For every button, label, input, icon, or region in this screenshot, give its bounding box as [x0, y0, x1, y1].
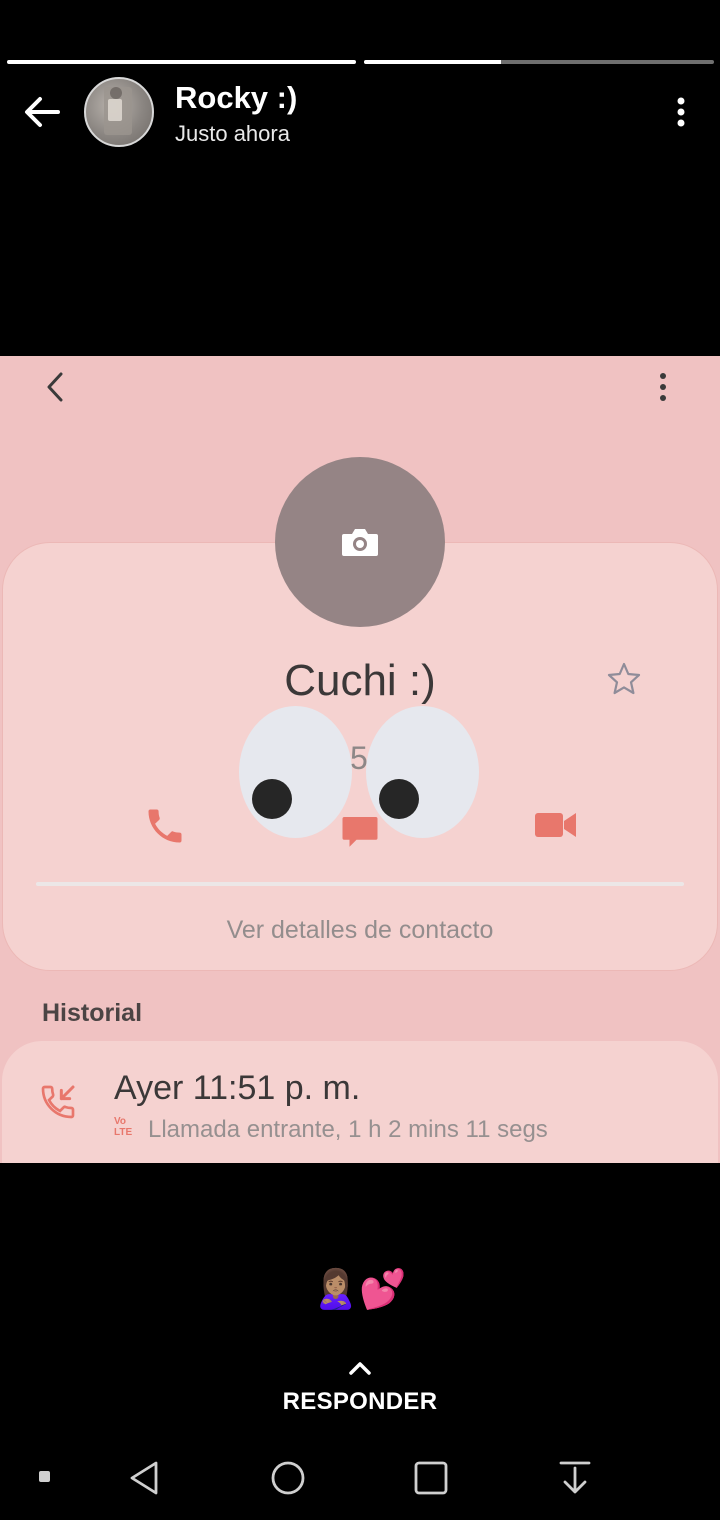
chevron-up-icon[interactable]: [346, 1358, 374, 1378]
reply-button[interactable]: RESPONDER: [0, 1388, 720, 1416]
screenshot-back-chevron: [40, 370, 70, 404]
volte-badge-bottom: LTE: [114, 1127, 133, 1138]
nav-hide-bar-button[interactable]: [556, 1458, 594, 1503]
view-contact-details-link: Ver detalles de contacto: [226, 916, 494, 944]
message-icon: [339, 810, 381, 852]
googly-eye-right: [366, 706, 479, 838]
incoming-call-icon: [38, 1082, 78, 1122]
history-time: Ayer 11:51 p. m.: [114, 1069, 361, 1107]
story-progress-2: [364, 60, 714, 64]
chevron-left-icon: [47, 372, 63, 402]
volte-badge: Vo LTE: [114, 1116, 140, 1142]
story-timestamp: Justo ahora: [175, 121, 290, 146]
pupil: [379, 779, 419, 819]
story-image: Cuchi :) 5 Ver detalles de contacto Hist…: [0, 356, 720, 1163]
nav-recents-button[interactable]: [411, 1458, 451, 1503]
story-caption: 🙎🏽‍♀️💕: [312, 1269, 407, 1311]
story-progress-1: [7, 60, 356, 64]
pupil: [252, 779, 292, 819]
star-icon: [605, 660, 643, 698]
nav-home-button[interactable]: [268, 1458, 308, 1503]
contact-photo: [275, 457, 445, 627]
more-vert-icon: [660, 373, 666, 401]
more-options-button[interactable]: [670, 96, 692, 130]
nav-back-button[interactable]: [126, 1458, 162, 1503]
arrow-left-icon: [25, 97, 60, 127]
avatar[interactable]: [84, 77, 154, 147]
camera-icon: [342, 529, 378, 556]
googly-eye-left: [239, 706, 352, 838]
video-call-icon: [533, 808, 579, 842]
story-author-name[interactable]: Rocky :): [175, 80, 297, 116]
history-heading: Historial: [42, 999, 143, 1027]
divider: [36, 882, 684, 886]
story-progress-1-fill: [7, 60, 356, 64]
nav-dot-icon: [38, 1470, 52, 1489]
back-button[interactable]: [20, 90, 64, 134]
story-progress-2-fill: [364, 60, 501, 64]
avatar-photo-icon: [104, 87, 132, 135]
volte-badge-top: Vo: [114, 1116, 127, 1127]
screenshot-menu-dots: [652, 370, 674, 404]
more-vert-icon: [677, 97, 685, 127]
history-detail: Llamada entrante, 1 h 2 mins 11 segs: [148, 1116, 548, 1143]
phone-icon: [143, 804, 187, 848]
